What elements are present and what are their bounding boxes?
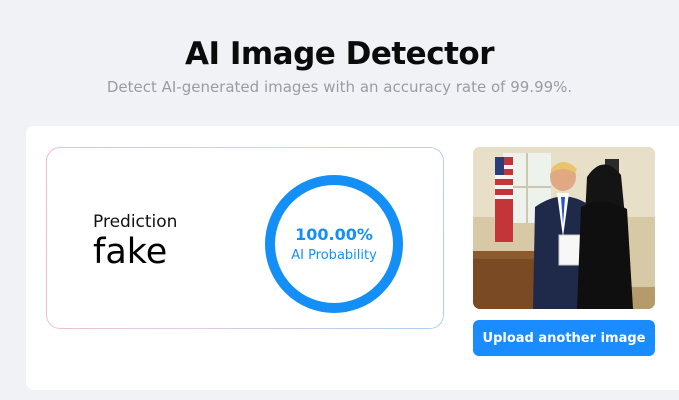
page-title: AI Image Detector xyxy=(185,36,494,72)
probability-ring: 100.00% AI Probability xyxy=(265,175,403,313)
prediction-label: Prediction xyxy=(93,212,178,232)
page-subtitle: Detect AI-generated images with an accur… xyxy=(106,78,573,96)
probability-value: 100.00% xyxy=(295,225,373,244)
upload-another-image-button[interactable]: Upload another image xyxy=(473,320,655,356)
result-panel: Prediction fake 100.00% AI Probability xyxy=(46,147,444,329)
uploaded-image-graphic xyxy=(473,147,655,309)
probability-label: AI Probability xyxy=(291,248,377,263)
uploaded-image xyxy=(473,147,655,309)
prediction-value: fake xyxy=(93,232,168,272)
detector-card: Prediction fake 100.00% AI Probability U… xyxy=(26,126,679,390)
